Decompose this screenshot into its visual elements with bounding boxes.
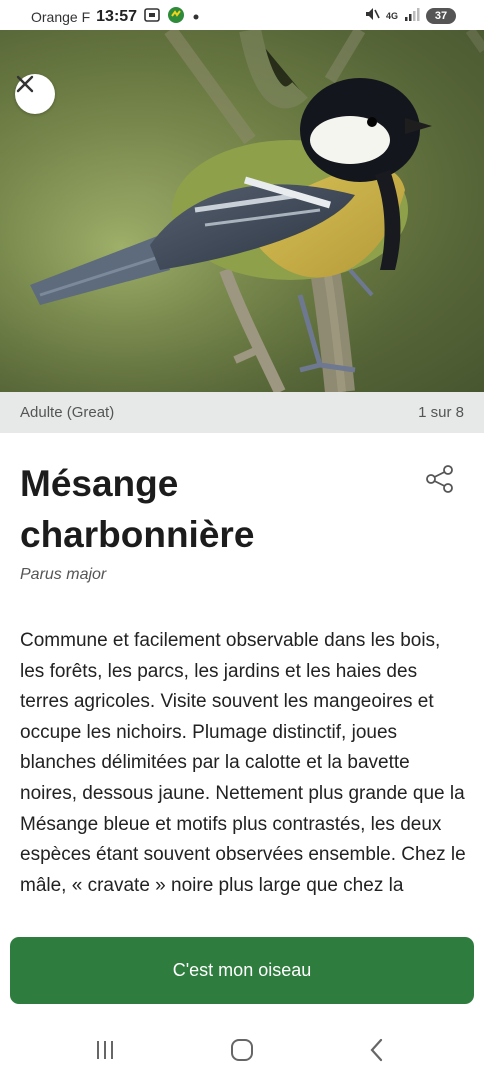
close-icon: [16, 75, 34, 93]
close-button[interactable]: [15, 74, 55, 114]
bird-photo[interactable]: [0, 30, 484, 392]
share-button[interactable]: [422, 462, 456, 496]
share-icon: [426, 465, 453, 493]
back-button[interactable]: [364, 1036, 392, 1064]
recent-apps-button[interactable]: [91, 1036, 119, 1064]
photo-caption-bar: Adulte (Great) 1 sur 8: [0, 392, 484, 433]
signal-icon: [404, 7, 420, 25]
back-icon: [370, 1038, 383, 1062]
species-latin-name: Parus major: [20, 566, 107, 583]
great-tit-bird-photo: [0, 30, 484, 392]
recent-apps-icon: [97, 1041, 113, 1059]
carrier-name: Orange F: [31, 9, 91, 25]
confirm-bird-button[interactable]: C'est mon oiseau: [10, 937, 474, 1004]
network-type: 4G: [385, 10, 398, 21]
battery-indicator: 37: [426, 8, 456, 24]
home-icon: [231, 1039, 253, 1061]
screenshot-icon: [143, 7, 161, 27]
mute-icon: [364, 6, 380, 26]
species-common-name: Mésange charbonnière: [20, 463, 255, 555]
dot-icon: [191, 9, 201, 26]
system-nav-bar: [0, 1016, 484, 1080]
photo-counter: 1 sur 8: [418, 404, 464, 421]
species-description-scroll[interactable]: Commune et facilement observable dans le…: [20, 626, 466, 921]
status-bar: Orange F 13:57 4G 37: [0, 0, 484, 30]
species-description: Commune et facilement observable dans le…: [20, 630, 466, 896]
clock: 13:57: [96, 8, 138, 25]
home-button[interactable]: [228, 1036, 256, 1064]
app-notification-icon: [167, 6, 185, 28]
photo-caption-label: Adulte (Great): [20, 404, 115, 421]
description-fade: [20, 907, 466, 921]
